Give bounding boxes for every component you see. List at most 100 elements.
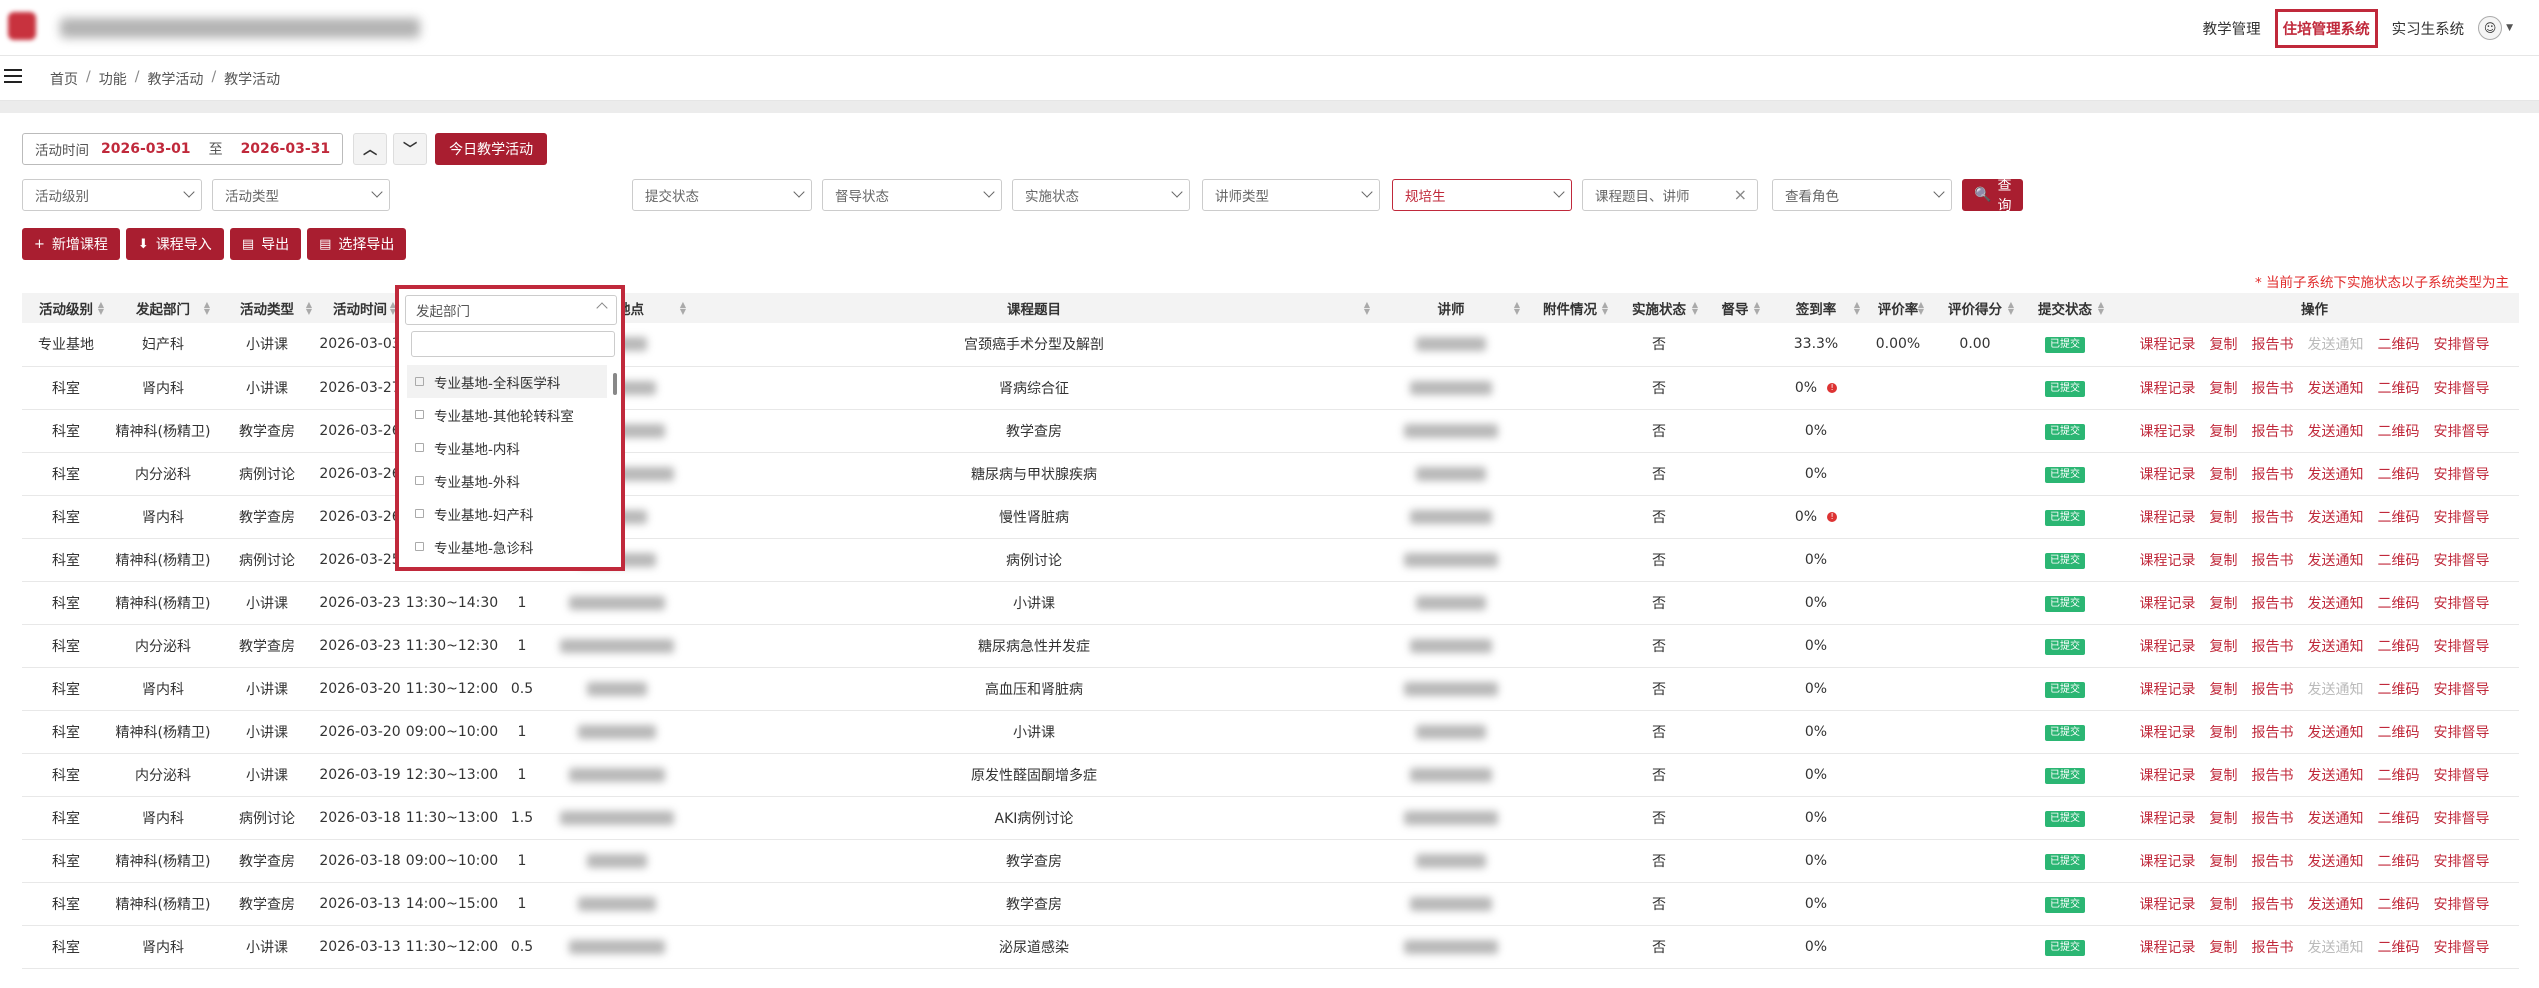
clear-icon[interactable]: × <box>1734 185 1747 204</box>
copy-link[interactable]: 复制 <box>2210 553 2238 569</box>
view-role-select[interactable]: 查看角色 <box>1772 179 1952 211</box>
copy-link[interactable]: 复制 <box>2210 424 2238 440</box>
copy-link[interactable]: 复制 <box>2210 811 2238 827</box>
send-notice-link[interactable]: 发送通知 <box>2308 337 2364 353</box>
send-notice-link[interactable]: 发送通知 <box>2308 897 2364 913</box>
nav-teaching-management[interactable]: 教学管理 <box>2203 18 2261 39</box>
import-course-button[interactable]: ⬇ 课程导入 <box>125 228 224 260</box>
sort-icon[interactable]: ▲▼ <box>306 301 312 316</box>
arrange-supervision-link[interactable]: 安排督导 <box>2434 510 2490 526</box>
arrange-supervision-link[interactable]: 安排督导 <box>2434 768 2490 784</box>
sort-icon[interactable]: ▲▼ <box>1514 301 1520 316</box>
sort-icon[interactable]: ▲▼ <box>1918 301 1924 316</box>
course-record-link[interactable]: 课程记录 <box>2140 682 2196 698</box>
column-header[interactable]: 评价得分 ▲ ▼ <box>1930 293 2020 323</box>
sort-icon[interactable]: ▲▼ <box>1364 301 1370 316</box>
dept-search-input[interactable] <box>411 331 615 357</box>
activity-level-select[interactable]: 活动级别 <box>22 179 202 211</box>
sort-icon[interactable]: ▲▼ <box>1692 301 1698 316</box>
course-record-link[interactable]: 课程记录 <box>2140 510 2196 526</box>
breadcrumb-home[interactable]: 首页 <box>50 69 78 89</box>
report-link[interactable]: 报告书 <box>2252 381 2294 397</box>
sort-icon[interactable]: ▲▼ <box>1854 301 1860 316</box>
report-link[interactable]: 报告书 <box>2252 510 2294 526</box>
course-record-link[interactable]: 课程记录 <box>2140 553 2196 569</box>
report-link[interactable]: 报告书 <box>2252 337 2294 353</box>
breadcrumb-function[interactable]: 功能 <box>99 69 127 89</box>
copy-link[interactable]: 复制 <box>2210 854 2238 870</box>
copy-link[interactable]: 复制 <box>2210 725 2238 741</box>
copy-link[interactable]: 复制 <box>2210 337 2238 353</box>
course-record-link[interactable]: 课程记录 <box>2140 940 2196 956</box>
copy-link[interactable]: 复制 <box>2210 467 2238 483</box>
send-notice-link[interactable]: 发送通知 <box>2308 940 2364 956</box>
qrcode-link[interactable]: 二维码 <box>2378 682 2420 698</box>
qrcode-link[interactable]: 二维码 <box>2378 467 2420 483</box>
chevron-down-icon[interactable]: ▼ <box>2506 23 2513 33</box>
send-notice-link[interactable]: 发送通知 <box>2308 639 2364 655</box>
report-link[interactable]: 报告书 <box>2252 424 2294 440</box>
date-start[interactable]: 2026-03-01 <box>101 141 191 157</box>
breadcrumb-teaching[interactable]: 教学活动 <box>147 69 203 89</box>
sort-icon[interactable]: ▲▼ <box>2098 301 2104 316</box>
column-header[interactable]: 活动类型 ▲ ▼ <box>216 293 318 323</box>
arrange-supervision-link[interactable]: 安排督导 <box>2434 854 2490 870</box>
column-header[interactable]: 附件情况 ▲ ▼ <box>1526 293 1614 323</box>
send-notice-link[interactable]: 发送通知 <box>2308 768 2364 784</box>
query-button[interactable]: 🔍 查询 <box>1962 178 2024 214</box>
copy-link[interactable]: 复制 <box>2210 596 2238 612</box>
submit-status-select[interactable]: 提交状态 <box>632 179 812 211</box>
send-notice-link[interactable]: 发送通知 <box>2308 682 2364 698</box>
arrange-supervision-link[interactable]: 安排督导 <box>2434 596 2490 612</box>
column-header[interactable]: 实施状态 ▲ ▼ <box>1614 293 1704 323</box>
nav-intern-system[interactable]: 实习生系统 <box>2392 18 2465 39</box>
date-end[interactable]: 2026-03-31 <box>241 141 331 157</box>
sort-icon[interactable]: ▲▼ <box>2008 301 2014 316</box>
send-notice-link[interactable]: 发送通知 <box>2308 510 2364 526</box>
report-link[interactable]: 报告书 <box>2252 639 2294 655</box>
send-notice-link[interactable]: 发送通知 <box>2308 811 2364 827</box>
send-notice-link[interactable]: 发送通知 <box>2308 854 2364 870</box>
send-notice-link[interactable]: 发送通知 <box>2308 467 2364 483</box>
send-notice-link[interactable]: 发送通知 <box>2308 381 2364 397</box>
report-link[interactable]: 报告书 <box>2252 596 2294 612</box>
copy-link[interactable]: 复制 <box>2210 682 2238 698</box>
arrange-supervision-link[interactable]: 安排督导 <box>2434 467 2490 483</box>
sort-icon[interactable]: ▲▼ <box>680 301 686 316</box>
copy-link[interactable]: 复制 <box>2210 639 2238 655</box>
trainee-type-select[interactable]: 规培生 <box>1392 179 1572 211</box>
qrcode-link[interactable]: 二维码 <box>2378 811 2420 827</box>
sort-icon[interactable]: ▲▼ <box>204 301 210 316</box>
course-record-link[interactable]: 课程记录 <box>2140 897 2196 913</box>
user-avatar-icon[interactable]: ☺ <box>2478 16 2503 40</box>
report-link[interactable]: 报告书 <box>2252 768 2294 784</box>
checkbox-icon[interactable] <box>415 509 424 518</box>
course-record-link[interactable]: 课程记录 <box>2140 854 2196 870</box>
checkbox-icon[interactable] <box>415 377 424 386</box>
report-link[interactable]: 报告书 <box>2252 553 2294 569</box>
new-course-button[interactable]: + 新增课程 <box>22 228 120 260</box>
arrange-supervision-link[interactable]: 安排督导 <box>2434 811 2490 827</box>
dropdown-scrollbar[interactable] <box>613 373 617 395</box>
qrcode-link[interactable]: 二维码 <box>2378 424 2420 440</box>
next-month-button[interactable]: ﹀ <box>393 133 428 165</box>
copy-link[interactable]: 复制 <box>2210 940 2238 956</box>
course-record-link[interactable]: 课程记录 <box>2140 725 2196 741</box>
arrange-supervision-link[interactable]: 安排督导 <box>2434 553 2490 569</box>
report-link[interactable]: 报告书 <box>2252 940 2294 956</box>
course-record-link[interactable]: 课程记录 <box>2140 596 2196 612</box>
column-header[interactable]: 督导 ▲ ▼ <box>1704 293 1766 323</box>
activity-type-select[interactable]: 活动类型 <box>212 179 390 211</box>
dept-option[interactable]: 专业基地-其他轮转科室 <box>407 398 607 431</box>
arrange-supervision-link[interactable]: 安排督导 <box>2434 424 2490 440</box>
warning-icon[interactable]: ! <box>1827 382 1838 393</box>
report-link[interactable]: 报告书 <box>2252 682 2294 698</box>
copy-link[interactable]: 复制 <box>2210 768 2238 784</box>
warning-icon[interactable]: ! <box>1827 511 1838 522</box>
impl-status-select[interactable]: 实施状态 <box>1012 179 1190 211</box>
qrcode-link[interactable]: 二维码 <box>2378 337 2420 353</box>
course-search-input[interactable]: 课程题目、讲师 × <box>1582 179 1758 211</box>
course-record-link[interactable]: 课程记录 <box>2140 768 2196 784</box>
send-notice-link[interactable]: 发送通知 <box>2308 596 2364 612</box>
column-header[interactable]: 讲师 ▲ ▼ <box>1376 293 1526 323</box>
